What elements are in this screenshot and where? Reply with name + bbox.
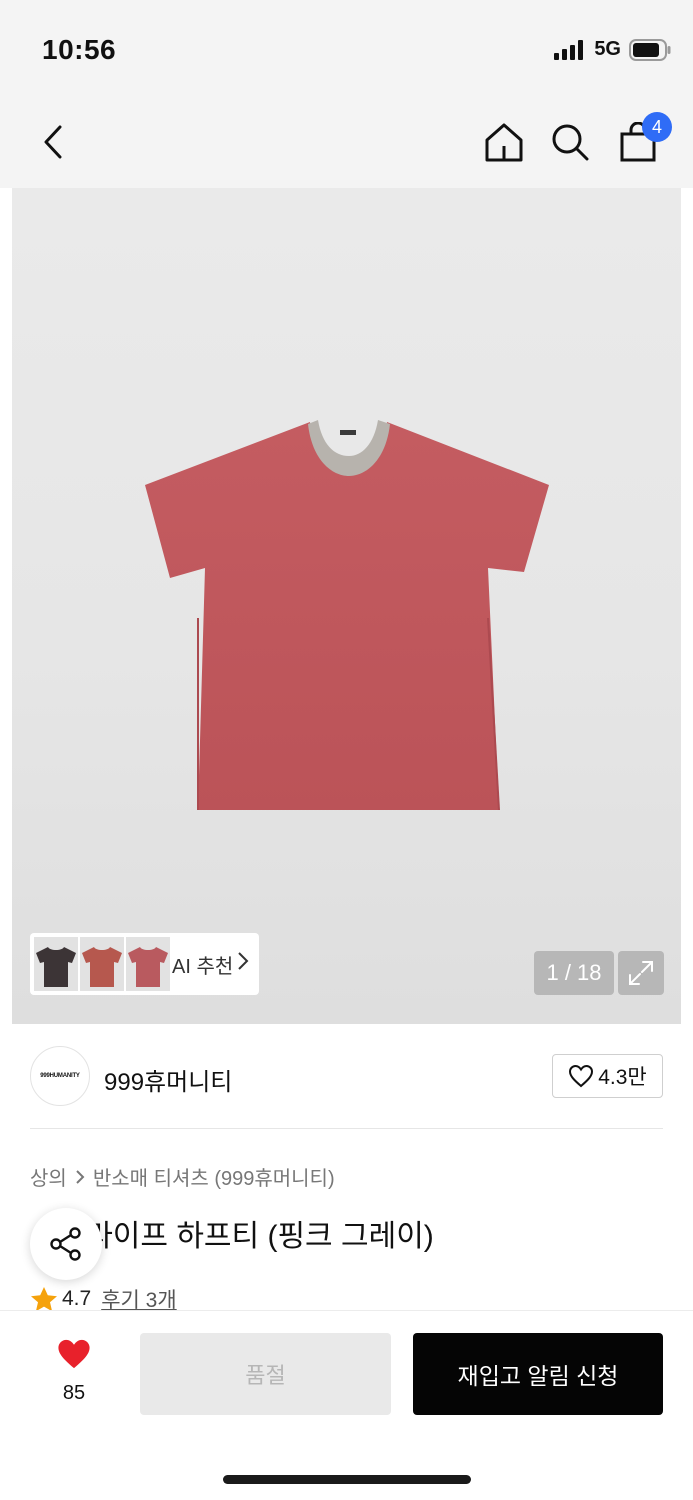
ai-recommendation-card[interactable]: AI 추천	[30, 933, 259, 995]
chevron-right-icon	[238, 952, 249, 970]
battery-icon	[629, 38, 671, 61]
star-icon	[31, 1287, 57, 1312]
brand-like-count: 4.3만	[598, 1066, 647, 1089]
ai-recommend-label: AI 추천	[172, 955, 234, 978]
brand-like-button[interactable]: 4.3만	[552, 1054, 663, 1098]
product-photo-tshirt	[145, 420, 549, 811]
home-icon	[485, 123, 523, 162]
search-button[interactable]	[550, 120, 590, 164]
bottom-action-bar: 85 품절 재입고 알림 신청	[0, 1310, 693, 1500]
back-button[interactable]	[36, 120, 70, 164]
back-icon	[44, 125, 62, 159]
breadcrumb: 상의 반소매 티셔츠 (999휴머니티)	[30, 1162, 335, 1191]
heart-filled-icon	[58, 1339, 90, 1369]
brand-name[interactable]: 999휴머니티	[104, 1062, 232, 1097]
home-indicator	[223, 1475, 471, 1484]
top-navigation: 4	[0, 96, 693, 188]
heart-outline-icon	[569, 1064, 594, 1088]
expand-icon	[629, 961, 653, 985]
divider	[30, 1128, 663, 1129]
network-type: 5G	[594, 38, 621, 60]
breadcrumb-item[interactable]: 반소매 티셔츠 (999휴머니티)	[93, 1162, 335, 1191]
recommend-thumb-3	[126, 937, 170, 991]
status-bar: 10:56 5G	[0, 0, 693, 96]
cart-count-badge: 4	[642, 112, 672, 142]
breadcrumb-item[interactable]: 상의	[30, 1162, 67, 1191]
product-image-gallery[interactable]: AI 추천 1 / 18	[12, 188, 681, 1024]
restock-alert-button[interactable]: 재입고 알림 신청	[413, 1333, 663, 1415]
share-button[interactable]	[30, 1208, 102, 1280]
wishlist-button[interactable]: 85	[50, 1337, 98, 1405]
cart-button[interactable]: 4	[618, 112, 672, 164]
status-icons: 5G	[554, 38, 671, 61]
search-icon	[552, 124, 589, 161]
share-icon	[50, 1227, 81, 1261]
brand-logo[interactable]: 999HUMANITY	[30, 1046, 90, 1106]
image-counter: 1 / 18	[534, 951, 614, 995]
chevron-right-icon	[76, 1169, 85, 1184]
brand-row[interactable]: 999HUMANITY 999휴머니티 4.3만	[30, 1046, 663, 1108]
rating-value: 4.7	[62, 1287, 92, 1310]
wishlist-count: 85	[62, 1382, 86, 1404]
signal-icon	[554, 39, 584, 60]
recommend-thumb-1	[34, 937, 78, 991]
status-time: 10:56	[42, 34, 117, 65]
expand-image-button[interactable]	[618, 951, 664, 995]
recommend-thumb-2	[80, 937, 124, 991]
home-button[interactable]	[484, 120, 524, 164]
soldout-button[interactable]: 품절	[140, 1333, 391, 1415]
